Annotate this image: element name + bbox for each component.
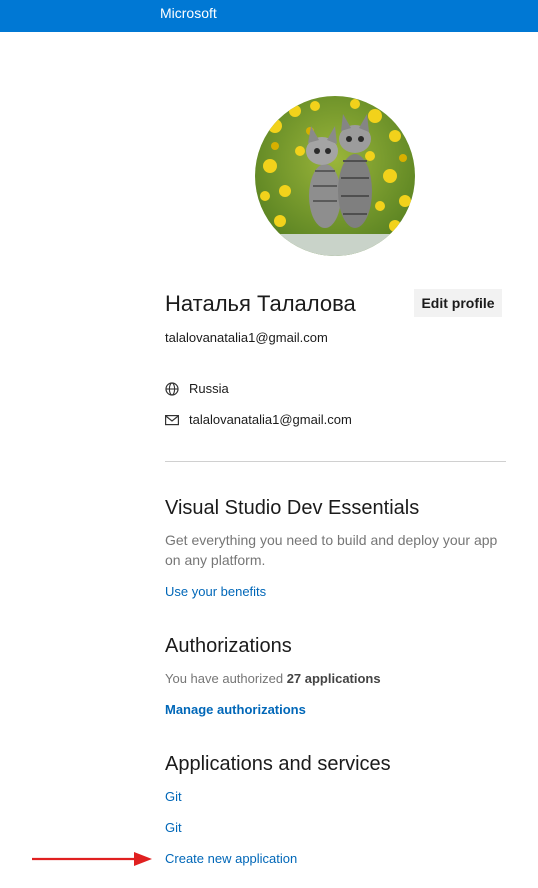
profile-name: Наталья Талалова — [165, 291, 356, 316]
avatar-image — [255, 96, 415, 256]
profile-email: talalovanatalia1@gmail.com — [165, 330, 328, 345]
globe-icon — [165, 382, 179, 396]
app-link-git[interactable]: Git — [165, 788, 182, 806]
authorizations-heading: Authorizations — [165, 635, 292, 657]
edit-profile-button[interactable]: Edit profile — [414, 289, 502, 317]
section-divider — [165, 461, 506, 462]
authorizations-count: 27 applications — [286, 671, 381, 686]
authorizations-summary: You have authorized 27 applications — [165, 670, 381, 688]
mail-icon — [165, 414, 179, 426]
app-link-git[interactable]: Git — [165, 819, 182, 837]
top-bar: Microsoft — [0, 0, 538, 32]
apps-heading: Applications and services — [165, 753, 391, 775]
use-benefits-link[interactable]: Use your benefits — [165, 583, 266, 601]
contact-email-text: talalovanatalia1@gmail.com — [189, 412, 352, 427]
red-arrow-annotation — [32, 852, 152, 866]
dev-essentials-heading: Visual Studio Dev Essentials — [165, 497, 420, 519]
dev-essentials-description: Get everything you need to build and dep… — [165, 532, 498, 568]
manage-authorizations-link[interactable]: Manage authorizations — [165, 701, 306, 719]
authorizations-prefix: You have authorized — [165, 671, 284, 686]
microsoft-brand[interactable]: Microsoft — [160, 5, 217, 21]
location-text: Russia — [189, 381, 229, 396]
create-application-link[interactable]: Create new application — [165, 850, 297, 868]
profile-avatar[interactable] — [255, 96, 415, 256]
